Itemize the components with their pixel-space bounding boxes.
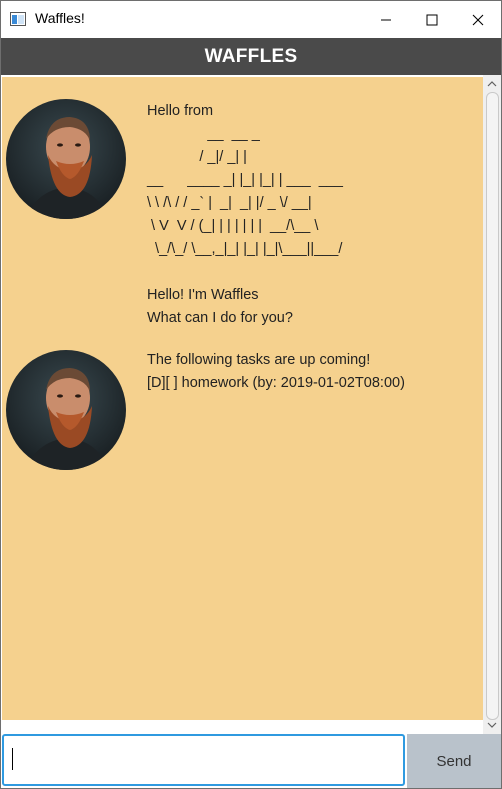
bearded-man-avatar bbox=[6, 350, 126, 470]
bearded-man-avatar bbox=[6, 99, 126, 219]
maximize-button[interactable] bbox=[409, 1, 455, 38]
header-title: WAFFLES bbox=[204, 45, 298, 67]
title-bar[interactable]: Waffles! bbox=[1, 1, 501, 38]
scrollbar-thumb[interactable] bbox=[486, 92, 499, 720]
text-caret bbox=[12, 748, 13, 770]
app-header: WAFFLES bbox=[1, 38, 501, 75]
maximize-icon bbox=[426, 14, 438, 25]
scroll-up-button[interactable] bbox=[487, 79, 497, 89]
send-button[interactable]: Send bbox=[407, 734, 501, 788]
app-window-icon bbox=[10, 12, 26, 26]
message-text: The following tasks are up coming! [D][ … bbox=[147, 352, 405, 391]
dialog-container: Hello from __ __ _ / _|/ _| | __ ____ _|… bbox=[2, 77, 483, 720]
minimize-button[interactable] bbox=[363, 1, 409, 38]
app-window: Waffles! WAFFLES Hello from __ __ _ / _|… bbox=[0, 0, 502, 789]
minimize-icon bbox=[381, 19, 391, 20]
window-title: Waffles! bbox=[35, 10, 85, 26]
message-input[interactable] bbox=[2, 734, 405, 786]
vertical-scrollbar[interactable] bbox=[483, 75, 501, 734]
chevron-up-icon bbox=[487, 81, 497, 87]
message-text: Hello from __ __ _ / _|/ _| | __ ____ _|… bbox=[147, 103, 343, 326]
close-button[interactable] bbox=[455, 1, 501, 38]
input-bar: Send bbox=[1, 734, 501, 788]
chevron-down-icon bbox=[487, 722, 497, 728]
close-icon bbox=[472, 14, 484, 25]
scroll-down-button[interactable] bbox=[487, 720, 497, 730]
chat-scroll-area[interactable]: Hello from __ __ _ / _|/ _| | __ ____ _|… bbox=[1, 75, 501, 734]
